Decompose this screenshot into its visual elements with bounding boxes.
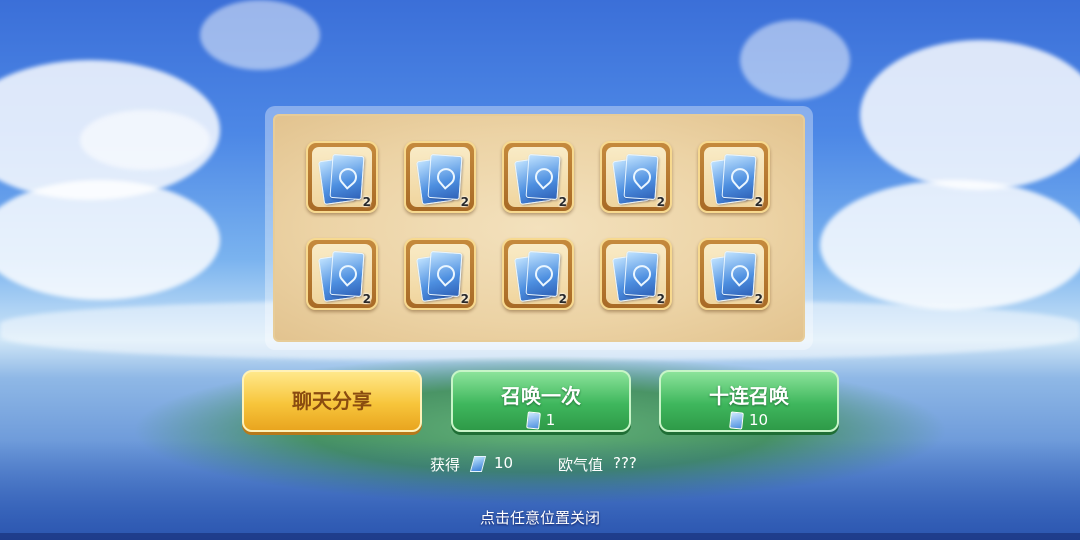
reward-slot[interactable]: 2 — [502, 238, 574, 310]
reward-grid: 2 2 2 2 2 2 2 2 2 2 — [273, 114, 805, 342]
reward-slot[interactable]: 2 — [306, 141, 378, 213]
summon-ten-label: 十连召唤 — [709, 384, 789, 408]
bottom-ticker-bar — [0, 533, 1080, 540]
reward-slot[interactable]: 2 — [404, 141, 476, 213]
reward-count: 2 — [754, 195, 763, 209]
reward-count: 2 — [362, 292, 371, 306]
summon-card-icon — [329, 153, 365, 201]
chat-share-label: 聊天分享 — [292, 389, 372, 413]
gem-icon — [469, 456, 487, 472]
summon-card-icon — [329, 250, 365, 298]
summon-card-icon — [623, 153, 659, 201]
summon-once-label: 召唤一次 — [501, 384, 581, 408]
reward-count: 2 — [754, 292, 763, 306]
summon-card-icon — [721, 153, 757, 201]
reward-slot[interactable]: 2 — [600, 238, 672, 310]
summon-once-button[interactable]: 召唤一次 1 — [451, 370, 631, 432]
reward-count: 2 — [656, 292, 665, 306]
close-hint[interactable]: 点击任意位置关闭 — [0, 507, 1080, 528]
summon-card-icon — [427, 153, 463, 201]
reward-count: 2 — [460, 292, 469, 306]
reward-count: 2 — [362, 195, 371, 209]
summon-ten-cost: 10 — [661, 410, 837, 430]
reward-slot[interactable]: 2 — [404, 238, 476, 310]
reward-count: 2 — [558, 292, 567, 306]
summon-once-cost: 1 — [453, 410, 629, 430]
obtained-label: 获得 — [430, 456, 461, 474]
reward-panel: 2 2 2 2 2 2 2 2 2 2 — [265, 106, 813, 350]
reward-count: 2 — [460, 195, 469, 209]
summon-ten-button[interactable]: 十连召唤 10 — [659, 370, 839, 432]
chat-share-button[interactable]: 聊天分享 — [242, 370, 422, 432]
summon-card-icon — [729, 410, 744, 430]
luck-value: ??? — [613, 454, 637, 472]
summon-card-icon — [525, 410, 541, 430]
reward-count: 2 — [558, 195, 567, 209]
summon-once-cost-value: 1 — [545, 411, 556, 429]
summon-ten-cost-value: 10 — [748, 411, 769, 429]
summon-card-icon — [525, 153, 561, 201]
reward-slot[interactable]: 2 — [600, 141, 672, 213]
obtained-value: 10 — [494, 454, 514, 472]
reward-slot[interactable]: 2 — [698, 238, 770, 310]
summon-card-icon — [623, 250, 659, 298]
summon-stats: 获得 10 欧气值 ??? — [420, 451, 660, 477]
summon-card-icon — [427, 250, 463, 298]
reward-count: 2 — [656, 195, 665, 209]
luck-label: 欧气值 — [558, 456, 604, 474]
summon-card-icon — [525, 250, 561, 298]
summon-card-icon — [721, 250, 757, 298]
reward-slot[interactable]: 2 — [502, 141, 574, 213]
reward-slot[interactable]: 2 — [698, 141, 770, 213]
reward-slot[interactable]: 2 — [306, 238, 378, 310]
